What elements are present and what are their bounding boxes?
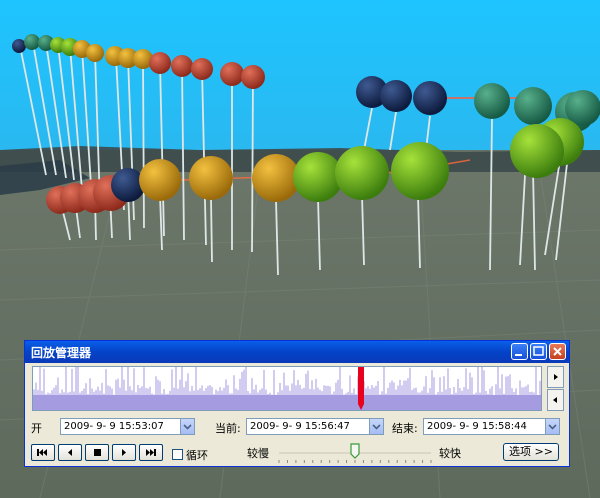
skip-to-start-button[interactable] <box>31 444 55 461</box>
next-arrow-icon <box>554 374 558 380</box>
skip-to-end-button[interactable] <box>139 444 163 461</box>
options-button-label: 选项 >> <box>509 445 553 458</box>
loop-label: 循环 <box>186 449 208 462</box>
end-label: 结束: <box>392 422 418 435</box>
skip-to-start-icon <box>37 449 47 456</box>
timeline-next-button[interactable] <box>547 366 564 388</box>
speed-fast-label: 较快 <box>439 447 461 460</box>
timeline-cursor[interactable] <box>358 367 364 410</box>
timeline-prev-button[interactable] <box>547 389 564 411</box>
loop-checkbox[interactable] <box>172 449 183 460</box>
speed-slider[interactable] <box>275 439 435 465</box>
maximize-icon <box>533 346 544 356</box>
timeline-base-fill <box>33 395 541 410</box>
maximize-button[interactable] <box>530 343 547 360</box>
playback-manager-window: 回放管理器 开 2009- 9- 9 15:53:07 当前: 2009- 9-… <box>24 340 570 467</box>
timeline-track[interactable] <box>32 366 542 411</box>
title-bar[interactable]: 回放管理器 <box>25 341 569 363</box>
options-button[interactable]: 选项 >> <box>503 443 559 461</box>
close-icon <box>553 347 562 356</box>
timeline-histogram <box>33 367 541 410</box>
play-icon <box>122 449 126 456</box>
start-time-value: 2009- 9- 9 15:53:07 <box>64 421 164 432</box>
end-time-value: 2009- 9- 9 15:58:44 <box>427 421 527 432</box>
minimize-button[interactable] <box>511 343 528 360</box>
step-back-button[interactable] <box>58 444 82 461</box>
stop-icon <box>94 449 101 456</box>
current-time-value: 2009- 9- 9 15:56:47 <box>250 421 350 432</box>
window-title: 回放管理器 <box>31 346 92 360</box>
chevron-down-icon <box>548 424 557 430</box>
start-time-select[interactable]: 2009- 9- 9 15:53:07 <box>60 418 195 435</box>
chevron-down-icon <box>183 424 192 430</box>
stop-button[interactable] <box>85 444 109 461</box>
current-label: 当前: <box>215 422 241 435</box>
current-time-select[interactable]: 2009- 9- 9 15:56:47 <box>246 418 384 435</box>
start-dropdown-arrow[interactable] <box>180 419 194 434</box>
chevron-down-icon <box>372 424 381 430</box>
end-time-select[interactable]: 2009- 9- 9 15:58:44 <box>423 418 560 435</box>
slider-thumb-icon[interactable] <box>350 443 360 459</box>
prev-arrow-icon <box>553 397 557 403</box>
step-back-icon <box>68 449 72 456</box>
speed-slow-label: 较慢 <box>247 447 269 460</box>
skip-to-end-icon <box>146 449 156 456</box>
minimize-icon <box>515 354 522 356</box>
start-label: 开 <box>31 422 42 435</box>
speed-slider-ticks <box>278 460 432 463</box>
current-dropdown-arrow[interactable] <box>369 419 383 434</box>
close-button[interactable] <box>549 343 566 360</box>
end-dropdown-arrow[interactable] <box>545 419 559 434</box>
play-button[interactable] <box>112 444 136 461</box>
